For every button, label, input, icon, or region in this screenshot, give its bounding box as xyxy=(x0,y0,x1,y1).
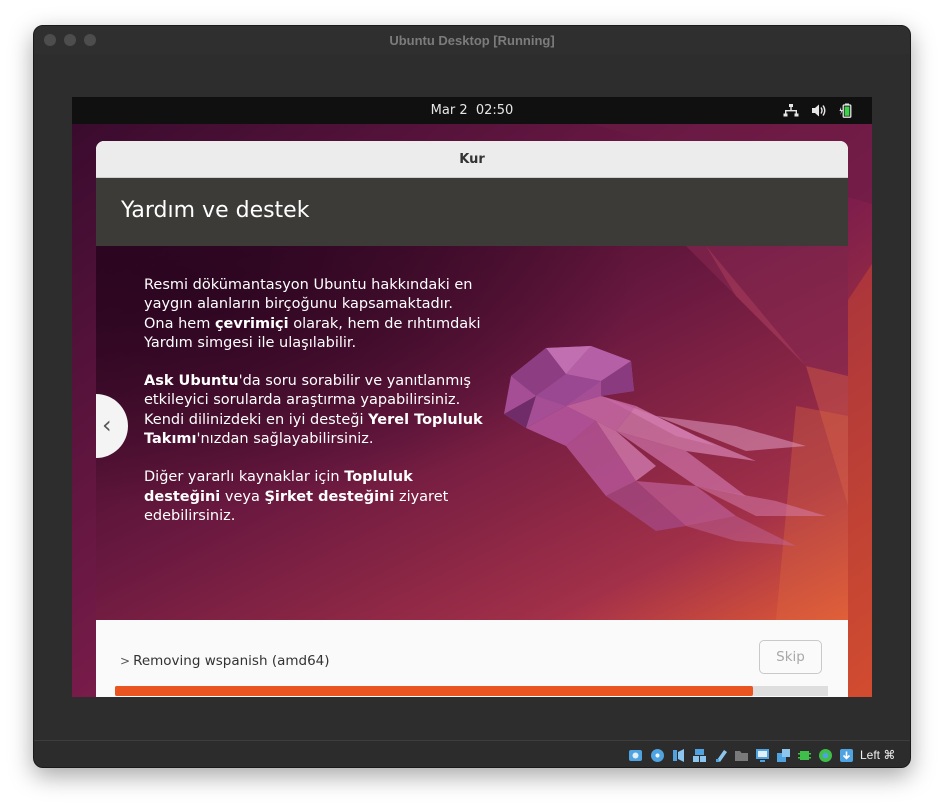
installer-titlebar[interactable]: Kur xyxy=(96,141,848,178)
status-text: Removing wspanish (amd64) xyxy=(133,653,330,669)
installer-title: Kur xyxy=(459,152,485,167)
gnome-top-bar: Mar 2 02:50 xyxy=(72,97,872,124)
keyboard-capture-icon[interactable] xyxy=(839,748,854,763)
window-title: Ubuntu Desktop [Running] xyxy=(389,33,555,48)
host-key-label: Left ⌘ xyxy=(860,748,896,762)
audio-icon[interactable] xyxy=(672,748,687,763)
chevron-right-icon[interactable]: > xyxy=(120,654,130,668)
slide-text: Resmi dökümantasyon Ubuntu hakkındaki en… xyxy=(144,276,484,545)
install-status[interactable]: > Removing wspanish (amd64) xyxy=(120,653,330,669)
mouse-integration-icon[interactable] xyxy=(818,748,833,763)
slide-paragraph-1: Resmi dökümantasyon Ubuntu hakkındaki en… xyxy=(144,277,481,351)
volume-icon[interactable] xyxy=(811,103,827,118)
video-capture-icon[interactable] xyxy=(776,748,791,763)
skip-button[interactable]: Skip xyxy=(759,640,822,674)
install-progress-bar xyxy=(115,686,828,696)
battery-icon[interactable] xyxy=(839,103,855,118)
slide-paragraph-2: Ask Ubuntu'da soru sorabilir ve yanıtlan… xyxy=(144,373,483,448)
chevron-left-icon: ‹ xyxy=(102,411,112,439)
ask-ubuntu-link[interactable]: Ask Ubuntu xyxy=(144,373,239,389)
hard-disk-icon[interactable] xyxy=(628,748,643,763)
progress-fill xyxy=(115,686,754,696)
section-title: Yardım ve destek xyxy=(121,198,310,223)
network-adapter-icon[interactable] xyxy=(692,748,707,763)
shared-folders-icon[interactable] xyxy=(734,748,749,763)
window-titlebar[interactable]: Ubuntu Desktop [Running] xyxy=(34,26,910,54)
clock-date: Mar 2 xyxy=(430,103,468,118)
vm-display[interactable]: Mar 2 02:50 Kur Yardım ve destek Resmi d… xyxy=(72,97,872,697)
installer-window: Kur Yardım ve destek Resmi dökümantasyon… xyxy=(96,141,848,697)
display-icon[interactable] xyxy=(755,748,770,763)
cpu-icon[interactable] xyxy=(797,748,812,763)
slideshow: Resmi dökümantasyon Ubuntu hakkındaki en… xyxy=(96,246,848,620)
commercial-support-link[interactable]: Şirket desteğini xyxy=(264,489,394,505)
installer-footer: > Removing wspanish (amd64) Skip xyxy=(96,620,848,697)
virtualbox-statusbar: Left ⌘ xyxy=(34,740,910,767)
virtualbox-window: Ubuntu Desktop [Running] Mar 2 02:50 Kur… xyxy=(33,25,911,768)
slide-paragraph-3: Diğer yararlı kaynaklar için Topluluk de… xyxy=(144,469,449,524)
online-link[interactable]: çevrimiçi xyxy=(215,316,289,332)
section-header: Yardım ve destek xyxy=(96,178,848,246)
optical-drive-icon[interactable] xyxy=(650,748,665,763)
usb-icon[interactable] xyxy=(714,748,729,763)
clock[interactable]: Mar 2 02:50 xyxy=(72,103,872,118)
clock-time: 02:50 xyxy=(475,103,514,118)
network-icon[interactable] xyxy=(783,103,799,118)
